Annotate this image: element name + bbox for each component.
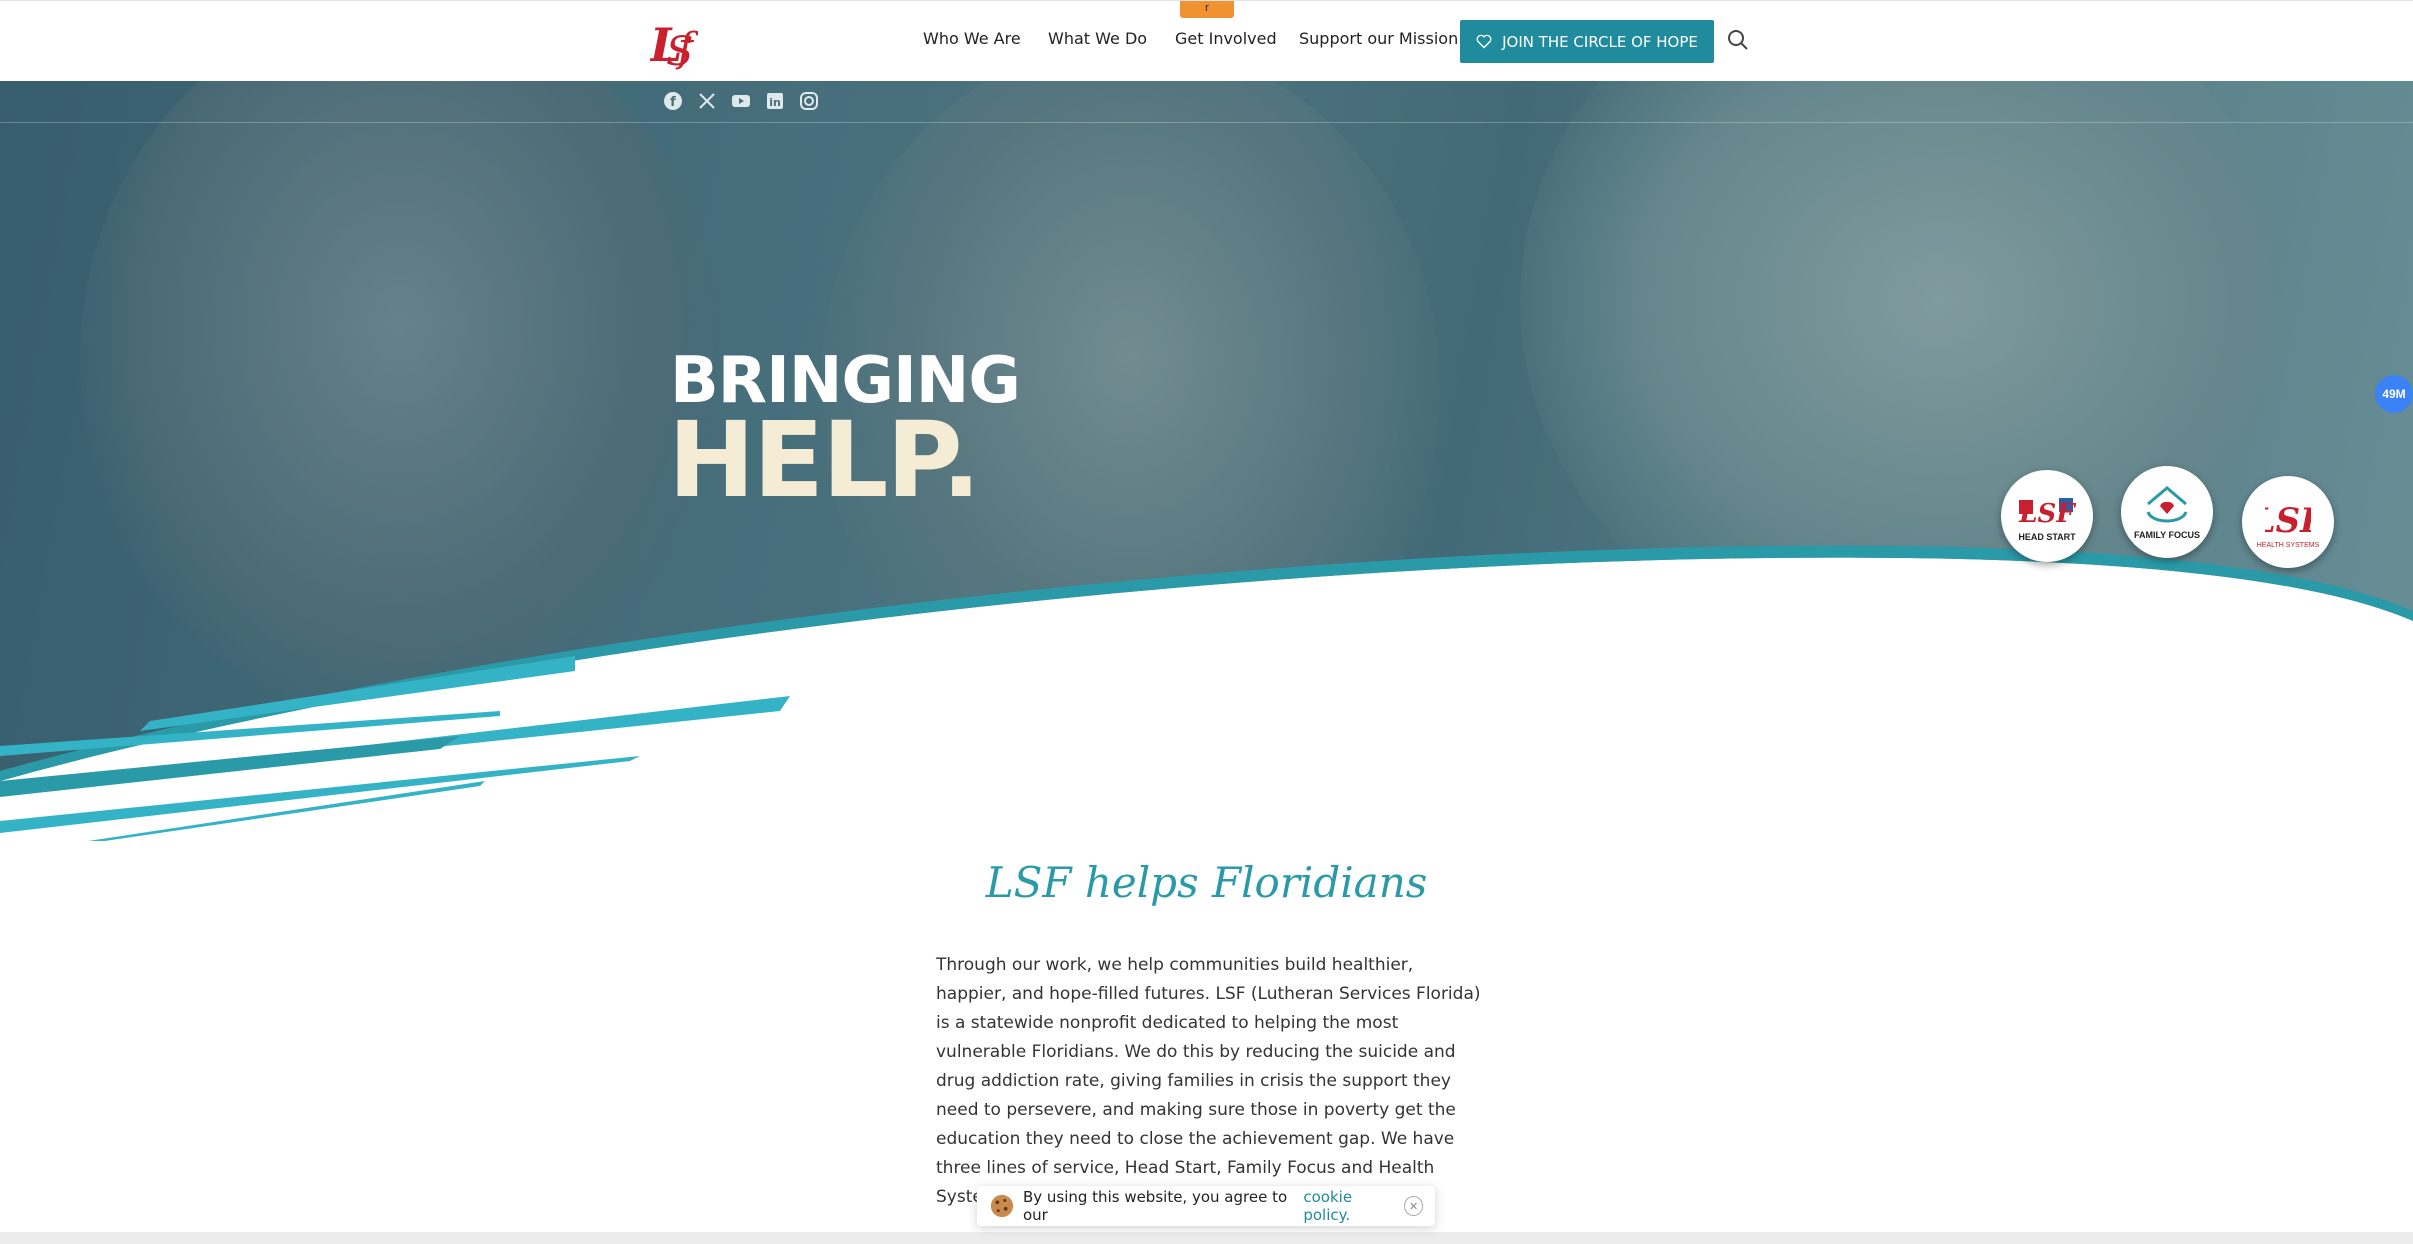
family-focus-label: FAMILY FOCUS <box>2133 530 2200 540</box>
lsf-logo[interactable]: L S f <box>650 13 698 71</box>
cookie-text: By using this website, you agree to our <box>1022 1188 1288 1224</box>
heart-icon <box>1476 34 1492 49</box>
health-systems-logo-icon: LSF <box>2265 501 2311 540</box>
health-systems-badge[interactable]: LSF HEALTH SYSTEMS <box>2242 476 2334 568</box>
hero-wave-divider <box>0 545 2413 841</box>
svg-text:LSF: LSF <box>2018 499 2076 529</box>
nav-what-we-do[interactable]: What We Do <box>1048 29 1147 48</box>
family-focus-badge[interactable]: FAMILY FOCUS <box>2121 466 2213 558</box>
site-header: L S f Who We Are What We Do Get Involved… <box>0 0 2413 81</box>
bottom-scroll-bar <box>0 1232 2413 1244</box>
hero-banner: f in BRINGING HELP. LSF HEAD START FAMIL… <box>0 81 2413 841</box>
side-counter-badge[interactable]: 49M <box>2375 375 2413 413</box>
orange-tab[interactable]: r <box>1180 1 1234 18</box>
head-start-label: HEAD START <box>2018 532 2076 542</box>
nav-who-we-are[interactable]: Who We Are <box>923 29 1021 48</box>
join-circle-label: JOIN THE CIRCLE OF HOPE <box>1502 32 1698 51</box>
head-start-logo-icon: LSF <box>2018 498 2076 529</box>
cookie-notice: By using this website, you agree to our … <box>977 1186 1435 1226</box>
cookie-policy-link[interactable]: cookie policy. <box>1303 1188 1396 1224</box>
join-circle-of-hope-button[interactable]: JOIN THE CIRCLE OF HOPE <box>1460 20 1714 63</box>
nav-support-our-mission[interactable]: Support our Mission <box>1299 29 1458 48</box>
close-icon[interactable]: ✕ <box>1404 1196 1423 1216</box>
health-systems-label: HEALTH SYSTEMS <box>2256 541 2320 549</box>
intro-heading: LSF helps Floridians <box>985 858 1428 907</box>
svg-text:f: f <box>675 25 698 71</box>
nav-get-involved[interactable]: Get Involved <box>1175 29 1277 48</box>
search-icon[interactable] <box>1727 29 1749 51</box>
family-focus-logo-icon <box>2146 486 2188 523</box>
head-start-badge[interactable]: LSF HEAD START <box>2001 470 2093 562</box>
intro-paragraph: Through our work, we help communities bu… <box>936 955 1481 1207</box>
cookie-icon <box>990 1194 1014 1218</box>
svg-text:LSF: LSF <box>2265 501 2311 540</box>
